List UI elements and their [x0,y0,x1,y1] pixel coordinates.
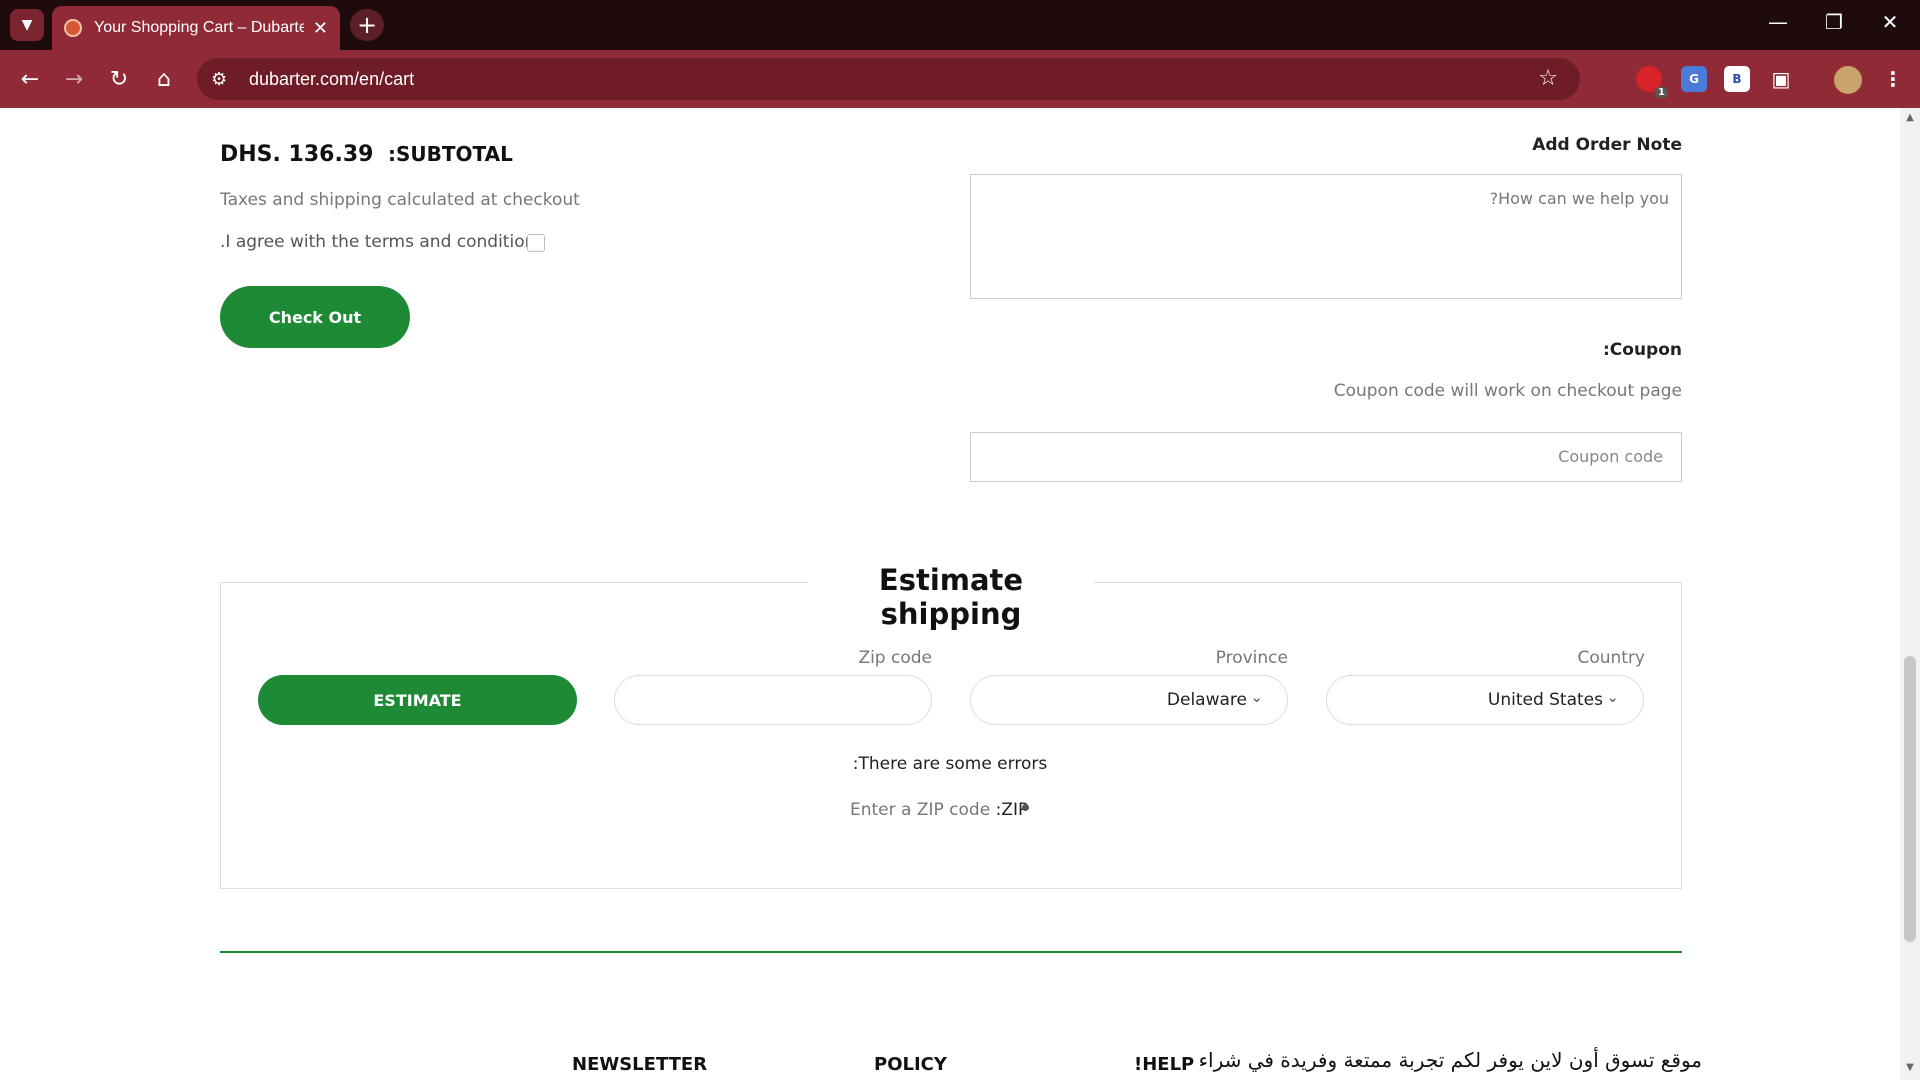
close-icon[interactable]: ✕ [313,18,328,39]
footer-help-heading: !HELP [1134,1054,1195,1075]
tab-title: Your Shopping Cart – Dubarter [94,19,304,36]
scrollbar-thumb[interactable] [1904,656,1916,942]
country-label: Country [1577,648,1645,668]
terms-checkbox[interactable] [527,234,545,252]
address-bar[interactable]: ⚙ dubarter.com/en/cart ☆ [197,58,1580,100]
scroll-down-icon[interactable]: ▼ [1903,1062,1917,1073]
country-value: United States [1487,690,1603,710]
country-select[interactable]: United States ⌄ [1326,675,1644,725]
checkout-button[interactable]: Check Out [220,286,410,348]
home-icon[interactable]: ⌂ [150,65,178,93]
url-text[interactable]: dubarter.com/en/cart [249,69,414,90]
window-close-icon[interactable]: ✕ [1870,10,1910,34]
site-favicon-icon [64,19,82,37]
province-label: Province [1215,648,1288,668]
footer-about-text: موقع تسوق أون لاين يوفر لكم تجربة ممتعة … [1198,1048,1702,1072]
province-value: Delaware [1166,690,1247,710]
extension-b-icon[interactable]: B [1724,66,1750,92]
restore-icon[interactable]: ❐ [1814,10,1854,34]
footer-divider [220,951,1682,953]
error-bullet [1022,804,1029,811]
zip-label: Zip code [858,648,932,668]
subtotal-value: DHS. 136.39 [220,142,374,167]
order-note-label: Add Order Note [1532,135,1682,155]
extensions-puzzle-icon[interactable]: ▣ [1768,66,1794,92]
scroll-up-icon[interactable]: ▲ [1903,112,1917,123]
page-scrollbar[interactable]: ▲ ▼ [1900,108,1920,1080]
more-menu-icon[interactable]: ⋮ [1880,66,1906,92]
new-tab-button[interactable]: + [350,9,384,41]
back-arrow-icon[interactable]: ← [16,65,44,93]
google-translate-icon[interactable]: G [1681,66,1707,92]
chevron-down-icon: ⌄ [1250,688,1263,706]
estimate-button[interactable]: ESTIMATE [258,675,577,725]
coupon-placeholder: Coupon code [1558,447,1663,466]
extension-red-icon[interactable]: 1 [1636,66,1668,98]
profile-avatar[interactable] [1834,66,1862,94]
estimate-shipping-title: Estimate shipping [878,563,1024,631]
errors-title: :There are some errors [852,754,1048,774]
terms-label[interactable]: .I agree with the terms and conditions [220,232,544,252]
forward-arrow-icon[interactable]: → [60,65,88,93]
error-item: Enter a ZIP code :ZIP [850,800,1028,820]
chevron-down-icon: ▼ [21,17,33,33]
chevron-down-icon: ⌄ [1606,688,1619,706]
minimize-icon[interactable]: — [1758,10,1798,34]
order-note-placeholder: ?How can we help you [1489,189,1669,208]
tab-search-button[interactable]: ▼ [10,9,44,41]
error-message: Enter a ZIP code [850,800,991,820]
taxes-note: Taxes and shipping calculated at checkou… [220,190,580,210]
order-note-textarea[interactable]: ?How can we help you [970,174,1682,299]
coupon-label: :Coupon [1602,340,1682,360]
bookmark-star-icon[interactable]: ☆ [1538,66,1558,91]
province-select[interactable]: Delaware ⌄ [970,675,1288,725]
reload-icon[interactable]: ↻ [105,65,133,93]
site-info-icon[interactable]: ⚙ [211,69,235,90]
zip-input[interactable] [614,675,932,725]
coupon-input[interactable]: Coupon code [970,432,1682,482]
browser-tab-active[interactable]: Your Shopping Cart – Dubarter ✕ [52,6,340,50]
browser-tab-bar: ▼ Your Shopping Cart – Dubarter ✕ + — ❐ … [0,0,1920,50]
extension-badge: 1 [1655,87,1668,98]
footer-policy-heading: POLICY [874,1054,947,1075]
subtotal-label: :SUBTOTAL [388,142,513,166]
browser-toolbar: ← → ↻ ⌂ ⚙ dubarter.com/en/cart ☆ 1 G B ▣… [0,50,1920,108]
coupon-hint: Coupon code will work on checkout page [1333,381,1682,401]
footer-newsletter-heading: NEWSLETTER [572,1054,708,1075]
